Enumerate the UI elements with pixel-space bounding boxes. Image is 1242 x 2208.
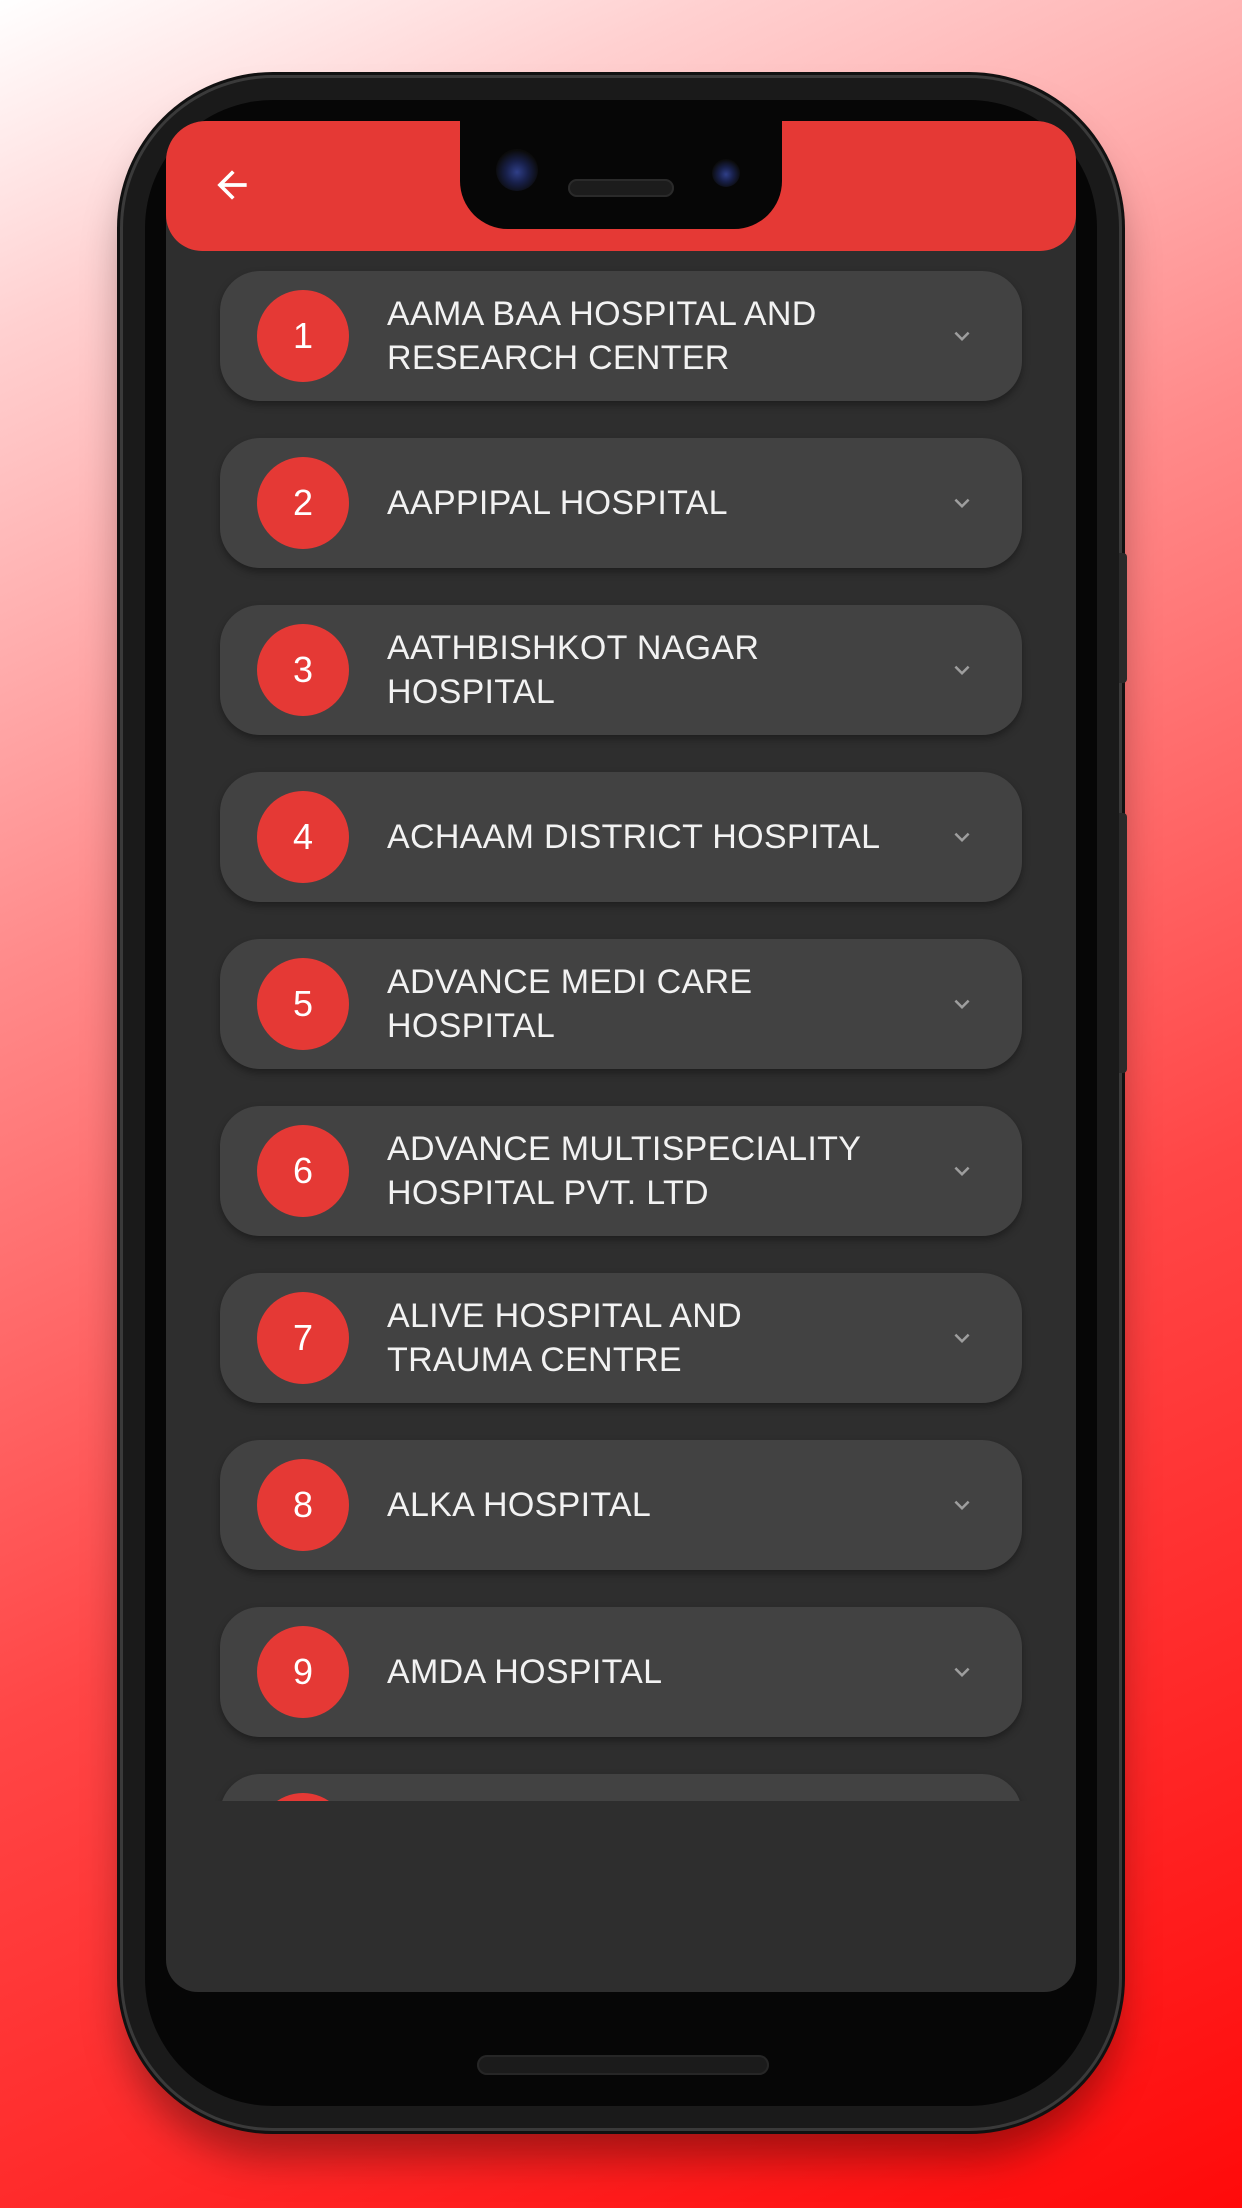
item-number-badge: 9 (257, 1626, 349, 1718)
chevron-down-icon[interactable] (942, 316, 982, 356)
display-notch (460, 121, 782, 229)
item-number-badge: 3 (257, 624, 349, 716)
chevron-down-icon[interactable] (942, 1485, 982, 1525)
hospital-name: ADVANCE MULTISPECIALITY HOSPITAL PVT. LT… (387, 1130, 861, 1212)
hospital-name: ADVANCE MEDI CARE HOSPITAL (387, 963, 753, 1045)
item-number-badge: 1 (257, 290, 349, 382)
hospital-name: AAPPIPAL HOSPITAL (387, 484, 728, 522)
front-camera-icon (496, 149, 538, 191)
home-indicator (477, 2055, 769, 2075)
item-number-badge: 8 (257, 1459, 349, 1551)
chevron-down-icon[interactable] (942, 984, 982, 1024)
item-number-badge: 2 (257, 457, 349, 549)
chevron-down-icon[interactable] (942, 483, 982, 523)
hospital-name: ACHAAM DISTRICT HOSPITAL (387, 818, 881, 856)
back-button[interactable] (202, 155, 262, 215)
item-number-badge: 10 (257, 1793, 349, 1801)
list-item[interactable]: 5 ADVANCE MEDI CARE HOSPITAL (220, 939, 1022, 1069)
hospital-name: AATHBISHKOT NAGAR HOSPITAL (387, 629, 760, 711)
list-item[interactable]: 4 ACHAAM DISTRICT HOSPITAL (220, 772, 1022, 902)
list-item[interactable]: 6 ADVANCE MULTISPECIALITY HOSPITAL PVT. … (220, 1106, 1022, 1236)
item-number-badge: 7 (257, 1292, 349, 1384)
list-item[interactable]: 10 ANNAPURNA NEURO HOSPITAL (220, 1774, 1022, 1801)
arrow-back-icon (217, 170, 247, 200)
power-button (1119, 553, 1127, 683)
earpiece-speaker (568, 179, 674, 197)
chevron-down-icon[interactable] (942, 1151, 982, 1191)
hospital-name: ANNAPURNA NEURO HOSPITAL (387, 1774, 887, 1801)
chevron-down-icon[interactable] (942, 1652, 982, 1692)
chevron-down-icon[interactable] (942, 817, 982, 857)
list-item[interactable]: 1 AAMA BAA HOSPITAL AND RESEARCH CENTER (220, 271, 1022, 401)
list-item[interactable]: 9 AMDA HOSPITAL (220, 1607, 1022, 1737)
hospital-name: AAMA BAA HOSPITAL AND RESEARCH CENTER (387, 295, 817, 377)
hospital-list[interactable]: 1 AAMA BAA HOSPITAL AND RESEARCH CENTER … (166, 251, 1076, 1801)
list-item[interactable]: 8 ALKA HOSPITAL (220, 1440, 1022, 1570)
item-number-badge: 5 (257, 958, 349, 1050)
list-item[interactable]: 3 AATHBISHKOT NAGAR HOSPITAL (220, 605, 1022, 735)
list-item[interactable]: 7 ALIVE HOSPITAL AND TRAUMA CENTRE (220, 1273, 1022, 1403)
hospital-name: ALKA HOSPITAL (387, 1486, 652, 1524)
list-item[interactable]: 2 AAPPIPAL HOSPITAL (220, 438, 1022, 568)
chevron-down-icon[interactable] (942, 650, 982, 690)
volume-button (1119, 813, 1127, 1073)
hospital-name: AMDA HOSPITAL (387, 1653, 663, 1691)
app-screen: 1 AAMA BAA HOSPITAL AND RESEARCH CENTER … (166, 121, 1076, 1992)
item-number-badge: 6 (257, 1125, 349, 1217)
secondary-camera-icon (712, 159, 740, 187)
chevron-down-icon[interactable] (942, 1318, 982, 1358)
item-number-badge: 4 (257, 791, 349, 883)
hospital-name: ALIVE HOSPITAL AND TRAUMA CENTRE (387, 1297, 742, 1379)
